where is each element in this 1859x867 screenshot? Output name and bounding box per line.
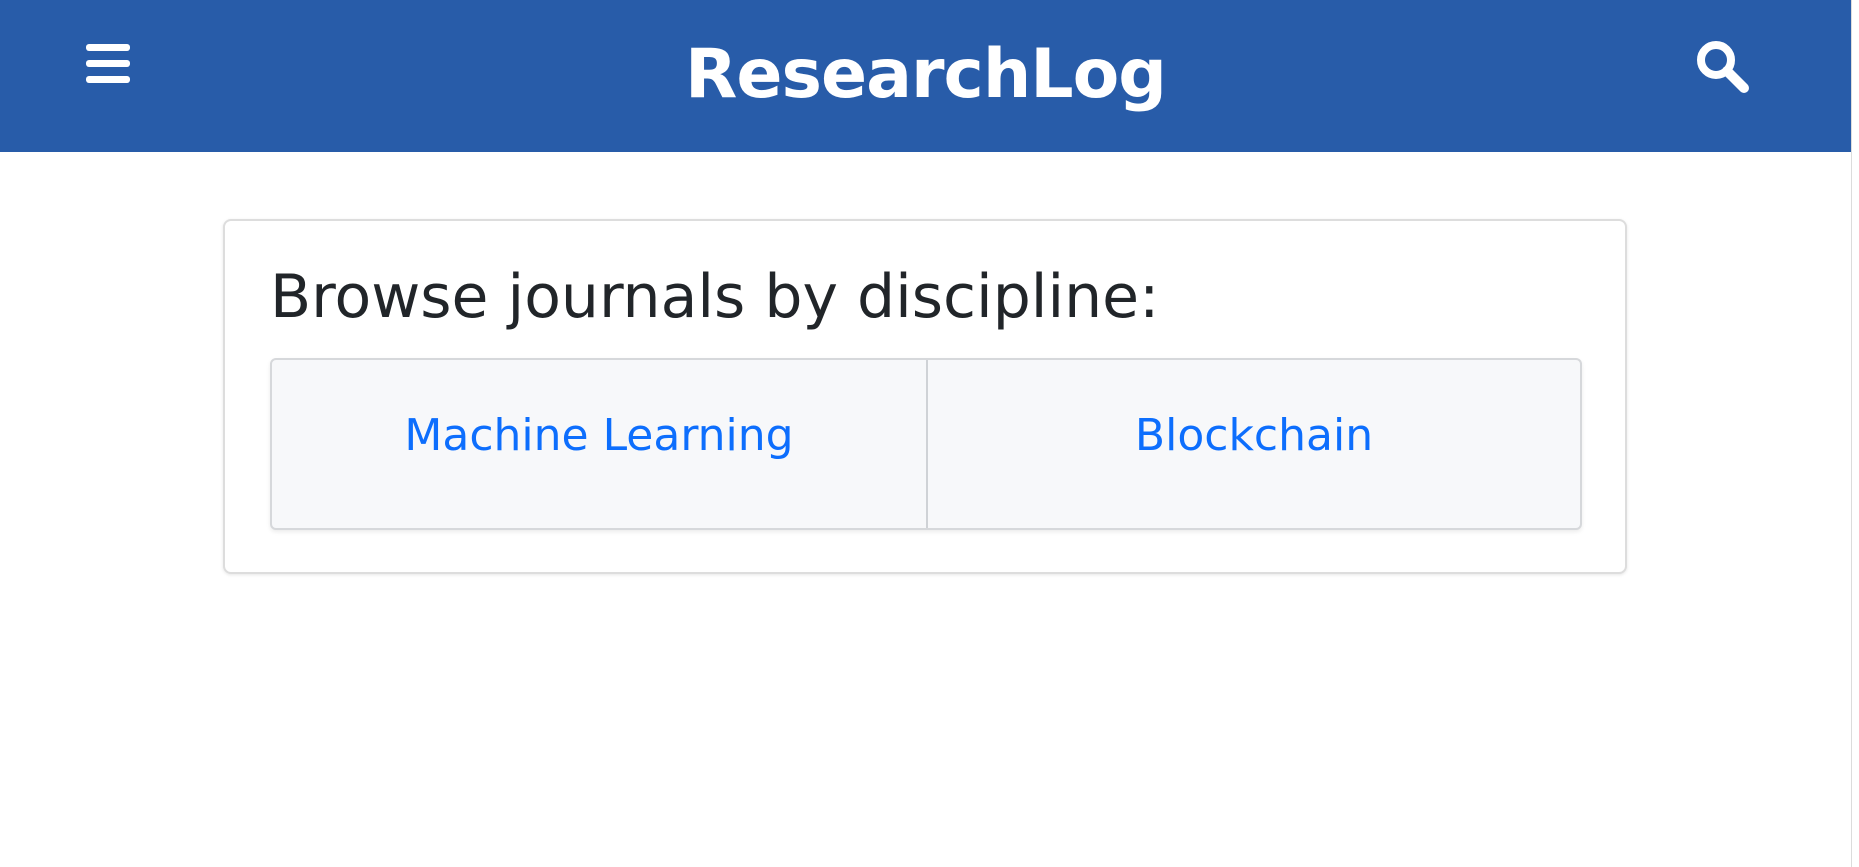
- search-button[interactable]: [1694, 34, 1758, 98]
- discipline-list: Machine Learning Blockchain: [270, 358, 1582, 530]
- discipline-blockchain[interactable]: Blockchain: [926, 360, 1580, 528]
- app-title[interactable]: ResearchLog: [0, 30, 1851, 120]
- top-navbar: ResearchLog: [0, 0, 1851, 152]
- scrollbar-edge: [1851, 0, 1852, 867]
- card-heading: Browse journals by discipline:: [270, 262, 1160, 332]
- discipline-card: Browse journals by discipline: Machine L…: [223, 219, 1627, 574]
- discipline-machine-learning[interactable]: Machine Learning: [272, 360, 926, 528]
- search-icon: [1697, 41, 1749, 93]
- page: ResearchLog Browse journals by disciplin…: [0, 0, 1859, 867]
